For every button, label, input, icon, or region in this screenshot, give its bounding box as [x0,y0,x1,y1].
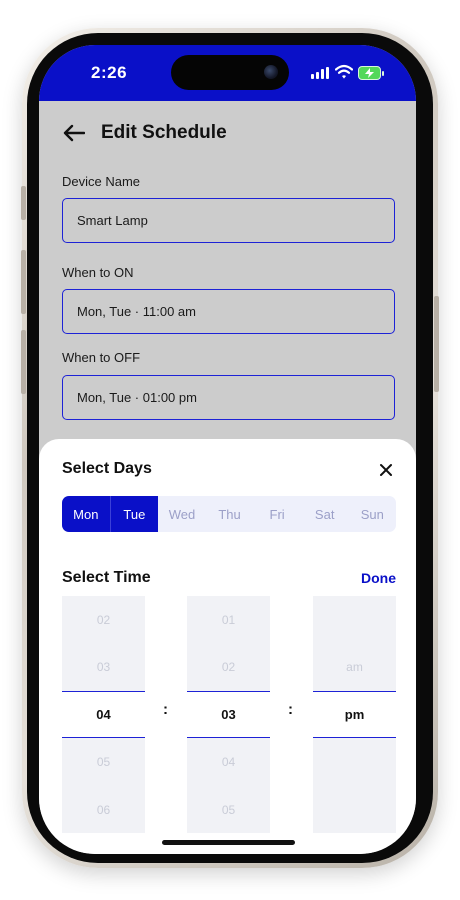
page-header: Edit Schedule [63,121,227,145]
day-label: Mon [73,506,99,522]
hour-option[interactable]: 03 [62,643,145,690]
status-time: 2:26 [91,63,128,82]
battery-charging-icon [358,66,384,80]
select-days-title: Select Days [62,460,152,477]
minute-option[interactable]: 01 [187,596,270,643]
day-label: Sat [314,506,335,522]
when-on-label: When to ON [62,265,134,280]
home-indicator [162,840,295,845]
when-off-label: When to OFF [62,350,141,365]
day-sun[interactable]: Sun [348,496,396,532]
device-name-field[interactable]: Smart Lamp [62,198,395,243]
when-off-value: Mon, Tue · 01:00 pm [77,390,197,405]
minute-option-selected[interactable]: 03 [187,691,270,738]
day-label: Fri [269,506,285,522]
hour-option-selected[interactable]: 04 [62,691,145,738]
hour-option[interactable]: 02 [62,596,145,643]
volume-up-button [21,250,26,314]
time-separator: : [288,701,293,718]
schedule-bottom-sheet: Select Days Mon Tue Wed Thu Fri Sat Sun … [39,439,416,854]
status-bar: 2:26 [39,45,416,101]
day-label: Sun [360,506,384,522]
day-fri[interactable]: Fri [253,496,301,532]
minute-option[interactable]: 05 [187,786,270,833]
volume-down-button [21,330,26,394]
done-button[interactable]: Done [361,570,396,586]
when-on-field[interactable]: Mon, Tue · 11:00 am [62,289,395,334]
period-option[interactable]: am [313,643,396,690]
page-title: Edit Schedule [101,122,227,143]
minute-option[interactable]: 04 [187,738,270,785]
arrow-left-icon[interactable] [63,124,85,142]
close-icon[interactable] [379,463,393,477]
device-name-value: Smart Lamp [77,213,148,228]
day-tue[interactable]: Tue [109,496,159,532]
day-thu[interactable]: Thu [206,496,254,532]
action-button [21,186,26,220]
day-sat[interactable]: Sat [301,496,349,532]
when-off-field[interactable]: Mon, Tue · 01:00 pm [62,375,395,420]
period-option-selected[interactable]: pm [313,691,396,738]
select-time-title: Select Time [62,569,151,586]
hour-option[interactable]: 06 [62,786,145,833]
signal-icon [311,67,331,79]
day-wed[interactable]: Wed [158,496,206,532]
minute-picker[interactable]: 01 02 03 04 05 [187,596,270,833]
minute-option[interactable]: 02 [187,643,270,690]
day-label: Tue [123,506,146,522]
day-selector: Mon Tue Wed Thu Fri Sat Sun [62,496,396,532]
day-label: Wed [168,506,196,522]
period-picker[interactable]: am pm [313,596,396,833]
day-mon[interactable]: Mon [62,496,110,532]
phone-screen: 2:26 Edit Schedule Device Name Smart Lam… [39,45,416,854]
time-separator: : [163,701,168,718]
wifi-icon [335,64,353,79]
hour-picker[interactable]: 02 03 04 05 06 [62,596,145,833]
hour-option[interactable]: 05 [62,738,145,785]
device-name-label: Device Name [62,174,141,189]
power-button [434,296,439,392]
camera-icon [264,65,278,79]
when-on-value: Mon, Tue · 11:00 am [77,304,196,319]
day-label: Thu [218,506,241,522]
dynamic-island [171,55,289,90]
